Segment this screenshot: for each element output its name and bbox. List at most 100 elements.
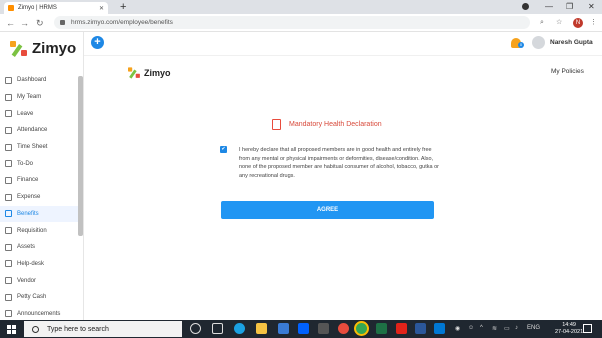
sidebar-item-my-team[interactable]: My Team xyxy=(0,89,78,106)
tray-chevron-icon[interactable]: ^ xyxy=(480,325,483,331)
sidebar-item-dashboard[interactable]: Dashboard xyxy=(0,72,78,89)
edge-icon[interactable] xyxy=(234,323,245,334)
app-red-icon[interactable] xyxy=(338,323,349,334)
excel-icon[interactable] xyxy=(376,323,387,334)
sidebar-item-assets[interactable]: Assets xyxy=(0,239,78,256)
volume-icon[interactable]: ♪ xyxy=(515,325,518,331)
user-avatar[interactable] xyxy=(532,36,545,49)
notification-badge: 0 xyxy=(518,42,524,48)
store-icon[interactable] xyxy=(278,323,289,334)
sidebar-item-label: Time Sheet xyxy=(17,144,48,151)
logo-text: Zimyo xyxy=(32,40,77,57)
sidebar-item-attendance[interactable]: Attendance xyxy=(0,122,78,139)
profile-avatar[interactable]: N xyxy=(573,18,583,28)
zoom-icon[interactable]: ⌕ xyxy=(540,17,544,28)
search-icon xyxy=(32,325,39,333)
chrome-icon[interactable] xyxy=(356,323,367,334)
minimize-icon[interactable]: — xyxy=(545,0,553,14)
dropbox-icon[interactable] xyxy=(298,323,309,334)
clock-time: 14:49 xyxy=(562,322,576,328)
battery-icon[interactable]: ▭ xyxy=(504,325,510,332)
reload-icon[interactable]: ↻ xyxy=(36,16,44,30)
file-explorer-icon[interactable] xyxy=(256,323,267,334)
sidebar-scrollbar[interactable] xyxy=(78,76,83,236)
expense-icon xyxy=(5,193,12,201)
home-icon xyxy=(5,76,12,84)
sidebar-item-label: Assets xyxy=(17,244,36,251)
sidebar-item-label: To-Do xyxy=(17,160,34,167)
windows-start-icon[interactable] xyxy=(7,325,16,334)
taskbar-search[interactable]: Type here to search xyxy=(24,321,182,337)
address-bar-row: ← → ↻ hrms.zimyo.com/employee/benefits ⌕… xyxy=(0,14,602,32)
app-icon[interactable] xyxy=(318,323,329,334)
clock[interactable]: 14:49 27-04-2021 xyxy=(555,322,583,336)
bookmark-star-icon[interactable]: ☆ xyxy=(556,17,562,28)
sidebar-item-petty-cash[interactable]: Petty Cash xyxy=(0,289,78,306)
benefits-icon xyxy=(5,210,12,218)
megaphone-icon xyxy=(5,310,12,318)
menu-dots-icon[interactable]: ⋮ xyxy=(590,17,597,28)
browser-tab-bar: Zimyo | HRMS ✕ + — ❐ ✕ xyxy=(0,0,602,14)
sidebar-item-label: Vendor xyxy=(17,277,37,284)
team-icon xyxy=(5,93,12,101)
close-window-icon[interactable]: ✕ xyxy=(588,0,595,14)
sidebar-item-requisition[interactable]: Requisition xyxy=(0,222,78,239)
task-view-icon[interactable] xyxy=(212,323,223,334)
record-icon[interactable] xyxy=(522,3,529,10)
cortana-icon[interactable] xyxy=(190,323,201,334)
chevron-down-icon[interactable]: ⌄ xyxy=(589,38,594,45)
sidebar-item-expense[interactable]: Expense xyxy=(0,189,78,206)
document-icon xyxy=(272,119,281,130)
leave-icon xyxy=(5,110,12,118)
sidebar-item-label: Announcements xyxy=(17,310,61,317)
agree-button[interactable]: AGREE xyxy=(221,201,434,219)
favicon-icon xyxy=(8,5,14,11)
sidebar-nav: Dashboard My Team Leave Attendance Time Shee… xyxy=(0,72,78,322)
people-icon[interactable]: ☺ xyxy=(468,325,474,331)
helpdesk-icon xyxy=(5,260,12,268)
cash-icon xyxy=(5,293,12,301)
declaration-checkbox[interactable]: ✔ xyxy=(220,146,227,153)
sidebar-item-finance[interactable]: Finance xyxy=(0,172,78,189)
sidebar-item-leave[interactable]: Leave xyxy=(0,105,78,122)
search-placeholder: Type here to search xyxy=(47,325,109,333)
my-policies-link[interactable]: My Policies xyxy=(551,68,584,75)
lock-icon xyxy=(60,20,65,25)
sidebar-item-label: Benefits xyxy=(17,210,39,217)
sidebar-item-vendor[interactable]: Vendor xyxy=(0,272,78,289)
acrobat-icon[interactable] xyxy=(396,323,407,334)
inner-logo-text: Zimyo xyxy=(144,68,171,78)
outlook-icon[interactable] xyxy=(434,323,445,334)
language-indicator[interactable]: ENG xyxy=(527,325,540,331)
sidebar-item-label: Attendance xyxy=(17,127,48,134)
requisition-icon xyxy=(5,227,12,235)
forward-icon[interactable]: → xyxy=(20,16,29,30)
calendar-icon xyxy=(5,126,12,134)
zimyo-logo[interactable]: Zimyo xyxy=(10,40,76,57)
maximize-icon[interactable]: ❐ xyxy=(566,0,573,14)
sidebar-item-benefits[interactable]: Benefits xyxy=(0,205,78,223)
back-icon[interactable]: ← xyxy=(6,16,15,30)
inner-zimyo-logo: Zimyo xyxy=(128,65,171,81)
word-icon[interactable] xyxy=(415,323,426,334)
user-name[interactable]: Naresh Gupta xyxy=(550,39,593,46)
tray-app-icon[interactable]: ◉ xyxy=(455,325,460,332)
sidebar-item-label: Petty Cash xyxy=(17,294,47,301)
browser-tab[interactable]: Zimyo | HRMS ✕ xyxy=(4,2,108,14)
top-header: + 0 Naresh Gupta ⌄ xyxy=(84,32,602,56)
tab-close-icon[interactable]: ✕ xyxy=(99,5,104,12)
sidebar-item-label: Leave xyxy=(17,110,34,117)
assets-icon xyxy=(5,243,12,251)
wifi-icon[interactable]: ≋ xyxy=(492,325,497,332)
todo-icon xyxy=(5,160,12,168)
quick-add-button[interactable]: + xyxy=(91,36,104,49)
zimyo-logo-mark xyxy=(128,67,141,79)
sidebar-item-to-do[interactable]: To-Do xyxy=(0,155,78,172)
sidebar-item-label: Finance xyxy=(17,177,39,184)
new-tab-button[interactable]: + xyxy=(120,1,126,13)
sidebar-item-help-desk[interactable]: Help-desk xyxy=(0,256,78,273)
sidebar-item-time-sheet[interactable]: Time Sheet xyxy=(0,139,78,156)
action-center-icon[interactable] xyxy=(583,324,592,333)
url-field[interactable]: hrms.zimyo.com/employee/benefits xyxy=(54,16,530,29)
sidebar-item-label: Dashboard xyxy=(17,77,47,84)
